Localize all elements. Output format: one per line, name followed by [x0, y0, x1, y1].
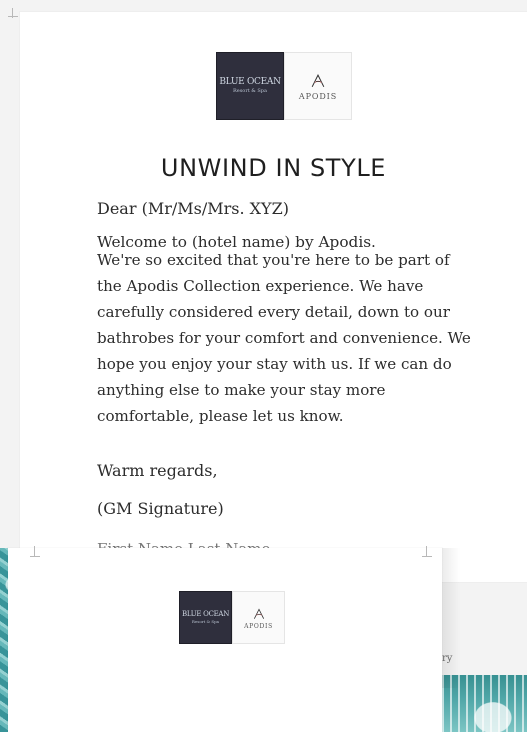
second-card-crop-mark-vertical-left [34, 546, 35, 556]
second-card-logo: BLUE OCEAN Resort & Spa APODIS [179, 591, 285, 644]
blue-ocean-label: BLUE OCEAN [219, 77, 281, 87]
second-card: BLUE OCEAN Resort & Spa APODIS [8, 546, 442, 732]
main-letter-card: BLUE OCEAN Resort & Spa APODIS UNWIND IN… [8, 8, 527, 582]
closing: Warm regards, [97, 461, 218, 480]
crop-mark-horizontal [8, 16, 18, 17]
blue-ocean-logo-text: BLUE OCEAN Resort & Spa [219, 77, 281, 94]
second-card-apodis-icon [253, 607, 264, 619]
second-card-crop-mark-vertical-right [426, 546, 427, 556]
apodis-label: APODIS [298, 92, 338, 101]
salutation: Dear (Mr/Ms/Mrs. XYZ) [97, 199, 289, 218]
body-copy: We're so excited that you're here to be … [97, 251, 471, 425]
letter-logo: BLUE OCEAN Resort & Spa APODIS [216, 52, 352, 120]
second-card-resort-label: Resort & Spa [191, 619, 220, 624]
apodis-icon [311, 74, 325, 88]
second-card-blue-ocean-label: BLUE OCEAN [181, 610, 230, 618]
second-card-blue-ocean-logo-text: BLUE OCEAN Resort & Spa [182, 611, 229, 624]
second-card-crop-mark-horizontal-left [30, 556, 40, 557]
second-card-crop-mark-horizontal-right [422, 556, 432, 557]
signature-placeholder: (GM Signature) [97, 499, 224, 518]
resort-label: Resort & Spa [233, 88, 267, 94]
headline: UNWIND IN STYLE [160, 154, 387, 182]
second-card-apodis-label: APODIS [244, 622, 273, 630]
card-shadow [442, 548, 460, 688]
second-card-apodis-logo: APODIS [232, 591, 285, 644]
second-card-blue-ocean-logo: BLUE OCEAN Resort & Spa [179, 591, 232, 644]
partial-text: ry [442, 653, 453, 664]
blue-ocean-logo: BLUE OCEAN Resort & Spa [216, 52, 284, 120]
apodis-logo: APODIS [284, 52, 352, 120]
